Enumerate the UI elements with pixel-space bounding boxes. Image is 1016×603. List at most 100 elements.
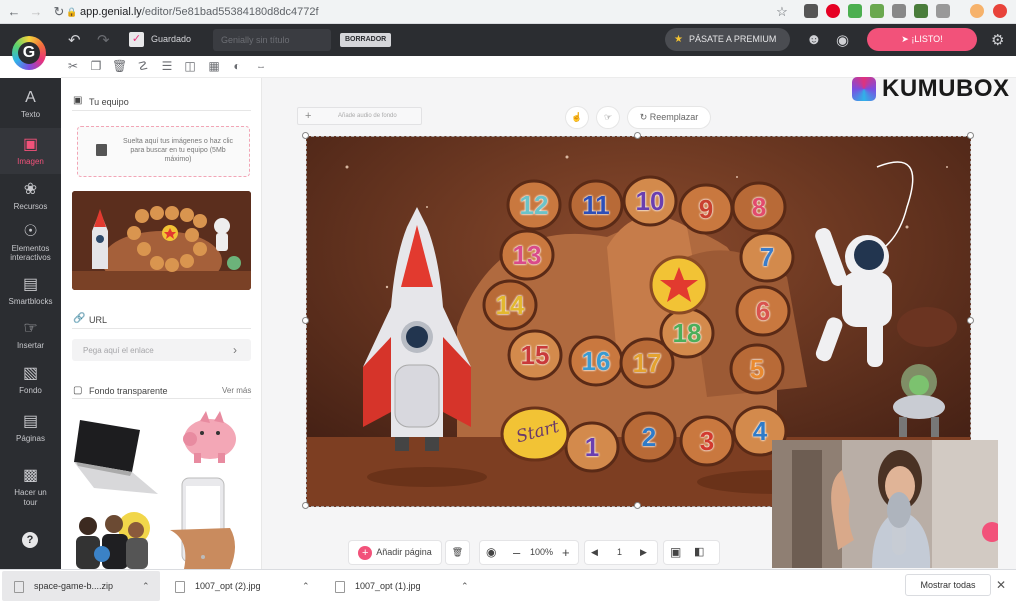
layers-icon[interactable]: ☰ — [160, 59, 174, 73]
help-icon[interactable]: ? — [22, 532, 38, 548]
show-all-button[interactable]: Mostrar todas — [905, 574, 991, 596]
zip-file-icon — [14, 580, 24, 593]
chevron-right-icon[interactable]: › — [233, 343, 237, 357]
board-stone-number: 12 — [519, 190, 549, 220]
resize-handle[interactable] — [967, 132, 974, 139]
next-page-icon[interactable]: ▶ — [640, 541, 647, 564]
extension-icon[interactable] — [914, 4, 928, 18]
rail-item-fondo[interactable]: ▧ Fondo — [0, 364, 61, 395]
plus-icon: + — [358, 545, 373, 560]
resize-handle[interactable] — [302, 132, 309, 139]
zoom-controls: ◉ – 100% + — [480, 541, 578, 564]
download-item[interactable]: 1007_opt (1).jpg ⌃ — [335, 575, 475, 597]
crop-icon[interactable]: ⧿ — [254, 59, 268, 73]
extension-icon[interactable] — [936, 4, 950, 18]
board-stone-number: 3 — [699, 426, 715, 456]
settings-gear-icon[interactable]: ⚙ — [991, 31, 1004, 49]
back-icon[interactable]: ← — [6, 4, 22, 20]
filter-icon[interactable]: ◐ — [230, 59, 244, 73]
see-more-link[interactable]: Ver más — [222, 386, 251, 395]
preview-eye-icon[interactable]: ◉ — [836, 31, 849, 49]
extension-icon[interactable] — [848, 4, 862, 18]
rail-item-elementos[interactable]: ☉ Elementos interactivos — [0, 222, 61, 262]
url-input[interactable] — [72, 339, 251, 361]
delete-page-button[interactable]: 🗑 — [446, 541, 469, 564]
extension-icon[interactable] — [870, 4, 884, 18]
premium-button[interactable]: ★ PÁSATE A PREMIUM — [665, 28, 790, 51]
rail-label: Elementos interactivos — [10, 244, 51, 262]
delete-icon[interactable]: 🗑 — [112, 59, 127, 73]
align-icon[interactable]: ◫ — [183, 59, 197, 73]
piggy-bank-image[interactable] — [180, 405, 240, 467]
resize-handle[interactable] — [302, 502, 309, 509]
resize-handle[interactable] — [634, 132, 641, 139]
presentation-icon[interactable]: ◧ — [694, 541, 704, 564]
address-bar[interactable]: app.genial.ly/editor/5e81bad55384180d8dc… — [80, 3, 800, 21]
cut-icon[interactable]: ✂ — [66, 59, 80, 73]
rail-item-tour[interactable]: ▩ Hacer un tour — [0, 466, 61, 508]
send-icon: ➤ — [901, 34, 912, 44]
url-host: app.genial.ly — [80, 6, 142, 18]
redo-icon[interactable]: ↷ — [97, 31, 110, 49]
pinterest-extension-icon[interactable] — [826, 4, 840, 18]
background-audio-button[interactable]: + Añade audio de fondo — [297, 107, 422, 125]
board-stone-number: 17 — [632, 348, 662, 378]
image-dropzone[interactable]: Suelta aquí tus imágenes o haz clic para… — [77, 126, 250, 177]
download-filename: 1007_opt (2).jpg — [195, 581, 261, 591]
rail-item-smartblocks[interactable]: ▤ Smartblocks — [0, 275, 61, 306]
copy-icon[interactable]: ❐ — [89, 59, 103, 73]
plus-icon: + — [305, 110, 312, 122]
board-stone-number: 8 — [751, 192, 767, 222]
chevron-up-icon[interactable]: ⌃ — [302, 575, 310, 597]
bookmark-star-icon[interactable]: ☆ — [774, 4, 790, 20]
replace-button[interactable]: ↻ Reemplazar — [628, 107, 710, 128]
rail-item-recursos[interactable]: ❀ Recursos — [0, 180, 61, 211]
resize-handle[interactable] — [967, 317, 974, 324]
rail-item-imagen[interactable]: ▣ Imagen — [0, 128, 61, 174]
forward-icon[interactable]: → — [28, 4, 44, 20]
zoom-out-button[interactable]: – — [513, 541, 520, 564]
title-input[interactable] — [213, 29, 331, 51]
rail-item-insertar[interactable]: ☞ Insertar — [0, 319, 61, 350]
uploaded-image-thumbnail[interactable] — [72, 191, 251, 290]
genially-logo[interactable]: G — [12, 36, 46, 70]
url-section-title: URL — [89, 315, 108, 325]
star-icon: ★ — [674, 34, 683, 45]
prev-page-icon[interactable]: ◀ — [591, 541, 598, 564]
add-page-button[interactable]: + Añadir página — [349, 541, 441, 564]
phone-in-hand-image[interactable] — [170, 470, 254, 569]
preview-eye-icon[interactable]: ◉ — [486, 541, 496, 564]
close-icon[interactable]: ✕ — [996, 578, 1006, 592]
extension-icon[interactable] — [993, 4, 1007, 18]
chevron-up-icon[interactable]: ⌃ — [142, 575, 150, 597]
interactivity-icon[interactable]: ☡ — [136, 59, 150, 73]
board-stone-number: 18 — [672, 318, 702, 348]
listo-button[interactable]: ➤ ¡LISTO! — [867, 28, 977, 51]
rail-item-paginas[interactable]: ▤ Páginas — [0, 412, 61, 443]
extension-icon[interactable] — [892, 4, 906, 18]
board-stone-number: 7 — [759, 242, 775, 272]
hand-pointer-button[interactable]: ☝ — [566, 107, 588, 128]
replace-label: Reemplazar — [649, 112, 699, 122]
draft-badge: BORRADOR — [340, 33, 392, 47]
eyedropper-extension-icon[interactable] — [804, 4, 818, 18]
team-section-title: Tu equipo — [89, 97, 129, 107]
transparency-icon[interactable]: ▦ — [207, 59, 221, 73]
add-collaborator-icon[interactable]: ☻ — [806, 31, 822, 48]
rail-item-texto[interactable]: A Texto — [0, 88, 61, 119]
webcam-overlay — [772, 440, 998, 568]
board-stone-number: 6 — [755, 296, 771, 326]
interaction-button[interactable]: ☞ — [597, 107, 619, 128]
board-stone-number: 13 — [512, 240, 542, 270]
undo-icon[interactable]: ↶ — [68, 31, 81, 49]
people-image[interactable] — [70, 508, 160, 569]
zoom-in-button[interactable]: + — [562, 541, 570, 564]
profile-avatar[interactable] — [970, 4, 984, 18]
chevron-up-icon[interactable]: ⌃ — [461, 575, 469, 597]
resize-handle[interactable] — [302, 317, 309, 324]
laptop-image[interactable] — [70, 410, 162, 502]
fit-screen-icon[interactable]: ▣ — [670, 541, 681, 564]
download-item[interactable]: 1007_opt (2).jpg ⌃ — [175, 575, 315, 597]
rotate-handle[interactable] — [634, 502, 641, 509]
download-item[interactable]: space-game-b....zip ⌃ — [14, 575, 154, 597]
